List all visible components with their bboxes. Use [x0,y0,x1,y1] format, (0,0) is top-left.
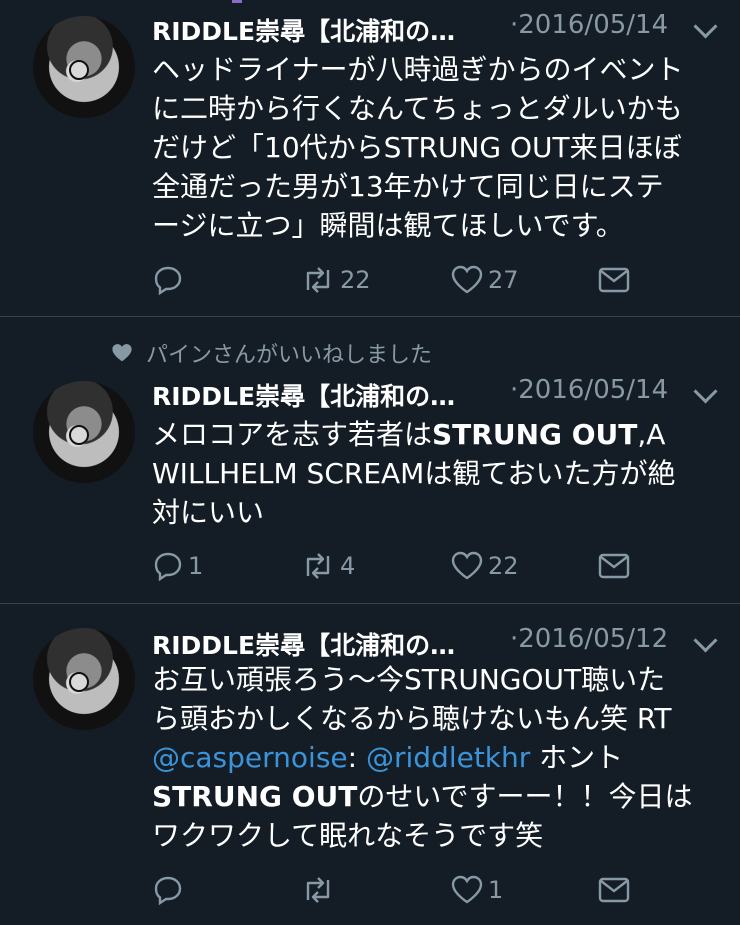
tweet-text-line: ワクワクして眠れなそうです笑 [152,819,544,852]
like-icon [451,875,483,904]
tweet-date[interactable]: ·2016/05/14 [510,10,668,40]
retweet-count: 22 [340,266,371,294]
like-button[interactable]: 22 [450,546,519,586]
tweet[interactable]: RIDDLE崇尋【北浦和の… ·2016/05/12 お互い頑張ろう〜今STRU… [0,604,740,925]
tweet-actions: 1 [152,870,712,910]
like-count: 27 [488,266,519,294]
tweet-actions: 22 27 [152,260,712,300]
reply-icon [154,552,182,582]
tweet-text-line: ージに立つ」瞬間は観てほしいです。 [152,209,624,242]
tweet-text-line: ヘッドライナーが八時過ぎからのイベント [152,53,684,86]
tweet-text: ヘッドライナーが八時過ぎからのイベント に二時から行くなんてちょっとダルいかも … [152,50,727,245]
like-icon [451,551,483,580]
social-context: パインさんがいいねしました [110,337,432,369]
text-span: ,A [637,418,666,451]
retweet-count: 4 [340,552,356,580]
mention-link[interactable]: @caspernoise [152,741,348,774]
tweet-date[interactable]: ·2016/05/12 [510,624,668,654]
mention-link[interactable]: @riddletkhr [366,741,530,774]
bold-text: STRUNG OUT [432,418,638,451]
dm-button[interactable] [597,870,631,910]
dm-icon [598,877,630,903]
retweet-button[interactable]: 22 [300,260,371,300]
like-count: 1 [488,876,504,904]
tweet-text: お互い頑張ろう〜今STRUNGOUT聴いた ら頭おかしくなるから聴けないもん笑 … [152,660,727,855]
tweet-text-line: に二時から行くなんてちょっとダルいかも [152,92,683,125]
text-span: ホント [530,741,624,774]
tweet-text-line: WILLHELM SCREAMは観ておいた方が絶 [152,457,676,490]
retweet-button[interactable] [300,870,340,910]
tweet-text-line: 対にいい [152,496,265,529]
retweet-icon [306,267,330,293]
text-span: : [347,741,358,774]
chevron-down-icon[interactable] [693,379,718,404]
author-name[interactable]: RIDDLE崇尋【北浦和の… [152,12,455,48]
avatar[interactable] [33,628,135,730]
tweet-text-line: @caspernoise: @riddletkhr ホント [152,738,727,777]
text-span: メロコアを志す若者は [152,418,433,451]
like-count: 22 [488,552,519,580]
reply-button[interactable]: 1 [152,546,203,586]
tweet-text-line: お互い頑張ろう〜今STRUNGOUT聴いた [152,663,666,696]
bold-text: STRUNG OUT [152,780,358,813]
liked-by-label[interactable]: パインさんがいいねしました [146,337,432,369]
tweet[interactable]: RIDDLE崇尋【北浦和の… ·2016/05/14 ヘッドライナーが八時過ぎか… [0,0,740,317]
dm-button[interactable] [597,546,631,586]
like-button[interactable]: 27 [450,260,519,300]
reply-count: 1 [188,552,204,580]
chevron-down-icon[interactable] [693,14,718,39]
author-name[interactable]: RIDDLE崇尋【北浦和の… [152,377,455,413]
tweet-text: メロコアを志す若者はSTRUNG OUT,A WILLHELM SCREAMは観… [152,415,727,532]
reply-button[interactable] [152,260,188,300]
tweet-actions: 1 4 22 [152,546,712,586]
text-span: のせいですーー！！今日は [357,780,693,813]
tweet-date[interactable]: ·2016/05/14 [510,375,668,405]
tweet-text-line: 全通だった男が13年かけて同じ日にステ [152,170,664,203]
dm-icon [598,553,630,579]
avatar[interactable] [33,16,135,118]
avatar[interactable] [33,381,135,483]
retweet-icon [306,553,330,579]
like-button[interactable]: 1 [450,870,503,910]
like-icon [451,265,483,294]
reply-icon [154,876,182,906]
retweet-button[interactable]: 4 [300,546,355,586]
dm-icon [598,267,630,293]
reply-button[interactable] [152,870,188,910]
tweet[interactable]: パインさんがいいねしました RIDDLE崇尋【北浦和の… ·2016/05/14… [0,317,740,604]
tweet-text-line: STRUNG OUTのせいですーー！！今日は [152,777,727,816]
chevron-down-icon[interactable] [693,628,718,653]
tweet-text-line: ら頭おかしくなるから聴けないもん笑 RT [152,702,672,735]
author-name[interactable]: RIDDLE崇尋【北浦和の… [152,626,455,662]
tweet-text-line: だけど「10代からSTRUNG OUT来日ほぼ [152,131,682,164]
tweet-text-line: メロコアを志す若者はSTRUNG OUT,A [152,415,727,454]
reply-icon [154,266,182,296]
retweet-icon [306,877,330,903]
heart-icon [112,344,132,362]
thread-accent [232,0,242,3]
dm-button[interactable] [597,260,631,300]
